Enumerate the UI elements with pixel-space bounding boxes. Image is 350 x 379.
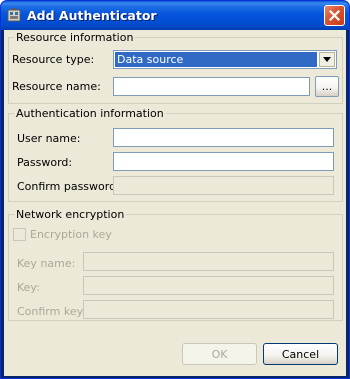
cancel-button-label: Cancel [281, 347, 320, 361]
chevron-down-icon [323, 57, 331, 62]
dialog-window: Add Authenticator Resource information R… [0, 0, 350, 379]
auth-group-title: Authentication information [14, 107, 166, 120]
key-field[interactable] [83, 276, 334, 295]
key-label: Key: [17, 281, 40, 294]
ok-button-label: OK [211, 347, 228, 361]
authenticator-icon [6, 7, 22, 23]
dialog-body: Resource information Resource type: Data… [4, 30, 346, 376]
window-title: Add Authenticator [27, 8, 157, 23]
password-field[interactable] [113, 152, 334, 171]
resource-group-title: Resource information [14, 31, 136, 44]
resource-type-label: Resource type: [12, 53, 95, 66]
key-name-label: Key name: [17, 257, 76, 270]
user-name-field[interactable] [113, 128, 334, 147]
password-label: Password: [17, 156, 73, 169]
user-name-label: User name: [17, 132, 81, 145]
close-icon [329, 10, 340, 21]
dropdown-button[interactable] [319, 52, 335, 67]
resource-type-select[interactable]: Data source [113, 50, 337, 69]
browse-button-label: ... [321, 80, 333, 93]
close-button[interactable] [324, 5, 345, 26]
resource-type-value: Data source [115, 52, 317, 67]
confirm-password-label: Confirm password: [17, 180, 120, 193]
resource-name-field[interactable] [113, 77, 310, 96]
cancel-button[interactable]: Cancel [263, 343, 338, 365]
encryption-key-label: Encryption key [30, 228, 112, 241]
ok-button[interactable]: OK [182, 343, 257, 365]
confirm-key-label: Confirm key: [17, 305, 87, 318]
encryption-key-checkbox[interactable] [13, 228, 26, 241]
confirm-key-field[interactable] [83, 300, 334, 319]
key-name-field[interactable] [83, 252, 334, 271]
title-bar[interactable]: Add Authenticator [1, 1, 349, 30]
confirm-password-field[interactable] [113, 176, 334, 195]
browse-button[interactable]: ... [315, 76, 339, 97]
encryption-group-title: Network encryption [14, 208, 127, 221]
resource-name-label: Resource name: [12, 80, 101, 93]
